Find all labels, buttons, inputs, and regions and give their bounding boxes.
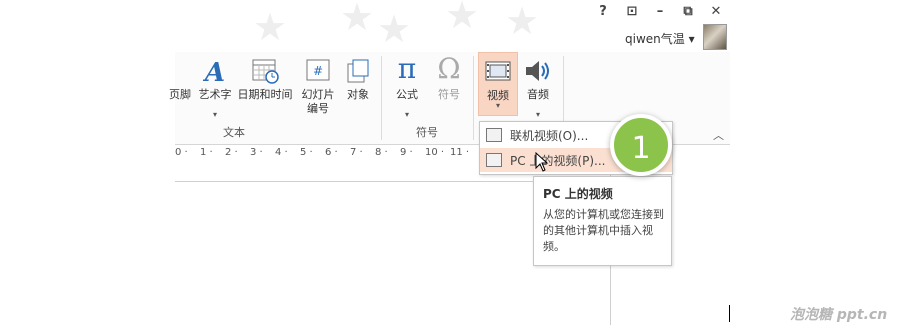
decorative-star-icon: ★ — [253, 5, 288, 49]
step-number-badge: 1 — [610, 114, 672, 176]
object-icon — [345, 58, 371, 87]
mouse-pointer-icon — [535, 152, 549, 172]
tooltip-body: 从您的计算机或您连接到的其他计算机中插入视频。 — [543, 208, 664, 253]
video-button[interactable]: 视频 ▾ — [478, 52, 518, 116]
online-video-icon — [486, 128, 502, 142]
header-footer-button[interactable]: 页脚 — [167, 52, 193, 140]
chevron-down-icon: ▾ — [495, 101, 500, 110]
close-button[interactable]: ✕ — [706, 4, 726, 19]
ribbon-display-options-button[interactable]: ⊡ — [622, 4, 642, 19]
slide-number-label: 幻灯片 编号 — [301, 88, 335, 115]
chevron-down-icon: ▾ — [212, 110, 217, 119]
text-group-label: 文本 — [223, 126, 245, 139]
pc-video-icon — [486, 153, 502, 167]
audio-label: 音频 — [527, 88, 549, 101]
slide-number-button[interactable]: # 幻灯片 编号 — [295, 52, 341, 140]
decorative-star-icon: ★ — [445, 0, 480, 37]
menu-item-label: PC 上的视频(P)... — [510, 154, 606, 168]
date-time-label: 日期和时间 — [237, 88, 293, 101]
menu-item-label: 联机视频(O)... — [510, 129, 589, 143]
film-icon — [485, 59, 511, 86]
wordart-label: 艺术字 — [198, 88, 232, 101]
group-divider — [381, 56, 382, 140]
ruler-number: 4 · — [275, 147, 288, 158]
object-button[interactable]: 对象 — [341, 52, 375, 140]
chevron-down-icon: ▾ — [404, 110, 409, 119]
tooltip: PC 上的视频 从您的计算机或您连接到的其他计算机中插入视频。 — [533, 176, 672, 266]
svg-text:#: # — [313, 64, 323, 78]
speaker-icon — [524, 58, 552, 87]
slide-number-icon: # — [305, 58, 331, 85]
ruler-number: 10 · — [425, 147, 445, 158]
decorative-star-icon: ★ — [377, 7, 412, 51]
text-cursor — [729, 305, 730, 322]
chevron-down-icon: ▾ — [535, 110, 540, 119]
account-name[interactable]: qiwen气温 ▾ — [625, 30, 695, 47]
equation-label: 公式 — [396, 88, 418, 101]
ruler-number: 3 · — [250, 147, 263, 158]
calendar-icon — [251, 58, 279, 87]
ruler-number: 7 · — [350, 147, 363, 158]
avatar[interactable] — [703, 24, 727, 50]
decorative-star-icon: ★ — [505, 0, 540, 43]
pi-icon: π — [397, 52, 417, 85]
watermark: 泡泡糖 ppt.cn — [790, 307, 888, 323]
help-button[interactable]: ? — [593, 4, 613, 19]
tooltip-title: PC 上的视频 — [543, 187, 613, 201]
collapse-ribbon-icon[interactable]: ︿ — [713, 127, 724, 143]
ruler-number: 8 · — [375, 147, 388, 158]
group-divider — [473, 56, 474, 140]
object-label: 对象 — [347, 88, 369, 101]
ruler-number: 2 · — [225, 147, 238, 158]
symbol-label: 符号 — [438, 88, 460, 101]
decorative-star-icon: ★ — [340, 0, 375, 39]
symbols-group-label: 符号 — [416, 126, 438, 139]
ruler-number: 1 · — [200, 147, 213, 158]
ruler-number: 6 · — [325, 147, 338, 158]
ruler-number: 9 · — [400, 147, 413, 158]
omega-icon: Ω — [437, 52, 461, 85]
ruler-number: 11 · — [450, 147, 470, 158]
restore-button[interactable]: ⧉ — [678, 4, 698, 19]
header-footer-label: 页脚 — [169, 88, 191, 101]
ruler-number: 5 · — [300, 147, 313, 158]
ruler-number: 0 · — [175, 147, 188, 158]
wordart-icon: A — [204, 58, 226, 88]
minimize-button[interactable]: – — [650, 4, 670, 19]
